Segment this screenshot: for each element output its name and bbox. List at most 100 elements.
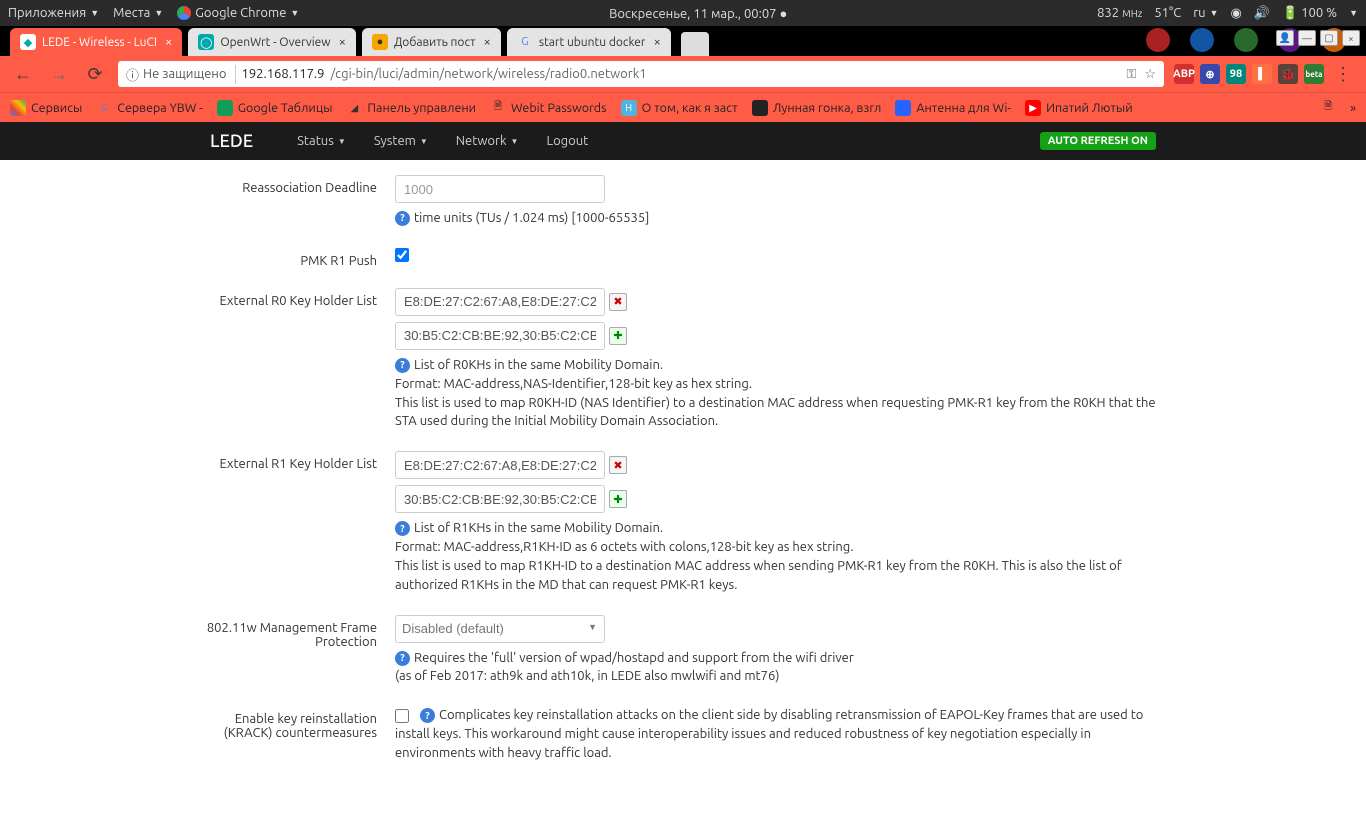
file-icon: 🗎 (490, 100, 506, 116)
google-icon: G (96, 100, 112, 116)
file-icon: 🗎 (1320, 100, 1336, 116)
chrome-icon (177, 6, 191, 20)
tab-title: start ubuntu docker (539, 36, 646, 49)
caret-down-icon: ▼ (511, 137, 519, 146)
bookmark-item[interactable]: GСервера YBW - (96, 100, 202, 116)
security-indicator[interactable]: ⓘ Не защищено (126, 65, 236, 84)
browser-tab-active[interactable]: ◆ LEDE - Wireless - LuCI × (10, 28, 182, 56)
input-r0-1[interactable] (395, 288, 605, 316)
label-krack: Enable key reinstallation (KRACK) counte… (205, 706, 395, 763)
label-r1: External R1 Key Holder List (205, 451, 395, 594)
caret-down-icon: ▼ (90, 8, 99, 18)
gnome-apps-menu[interactable]: Приложения ▼ (8, 6, 99, 20)
window-maximize-icon[interactable]: ▢ (1320, 30, 1338, 46)
browser-tab[interactable]: G start ubuntu docker × (507, 28, 671, 56)
volume-icon[interactable]: 🔊 (1254, 6, 1270, 21)
panel-icon: ◢ (346, 100, 362, 116)
url-host: 192.168.117.9 (242, 67, 325, 81)
ext-icon[interactable]: beta (1304, 64, 1324, 84)
favicon-icon: ● (372, 34, 388, 50)
add-button[interactable]: ✚ (609, 490, 627, 508)
window-minimize-icon[interactable]: — (1298, 30, 1316, 46)
nav-logout[interactable]: Logout (532, 134, 602, 148)
openwrt-favicon-icon: ◯ (198, 34, 214, 50)
chrome-profile-icon[interactable]: 👤 (1276, 30, 1294, 46)
gnome-system-menu[interactable]: ▼ (1349, 8, 1358, 18)
label-r0: External R0 Key Holder List (205, 288, 395, 431)
page-content: Reassociation Deadline ?time units (TUs … (0, 160, 1366, 823)
bookmark-item[interactable]: Лунная гонка, взгл (752, 100, 882, 116)
input-r1-1[interactable] (395, 451, 605, 479)
gnome-lang-menu[interactable]: ru ▼ (1193, 6, 1218, 20)
tab-close-icon[interactable]: × (653, 35, 660, 49)
nav-network[interactable]: Network ▼ (442, 134, 533, 148)
chrome-bookmarks-bar: Сервисы GСервера YBW - Google Таблицы ◢П… (0, 92, 1366, 122)
tab-close-icon[interactable]: × (484, 35, 491, 49)
tab-title: Добавить пост (394, 36, 476, 49)
key-icon[interactable]: ⚿ (1126, 67, 1136, 82)
row-pmk-r1-push: PMK R1 Push (205, 248, 1161, 268)
auto-refresh-badge[interactable]: AUTO REFRESH ON (1040, 132, 1156, 150)
gnome-temp: 51°C (1154, 6, 1181, 20)
battery-icon[interactable]: 🔋 100 % (1282, 6, 1337, 21)
hint-reassoc: ?time units (TUs / 1.024 ms) [1000-65535… (395, 209, 1161, 228)
tab-close-icon[interactable]: × (165, 35, 172, 49)
nav-forward-button[interactable]: → (46, 61, 72, 87)
browser-tab[interactable]: ● Добавить пост × (362, 28, 501, 56)
nav-reload-button[interactable]: ⟳ (82, 61, 108, 87)
ext-icon[interactable]: 98 (1226, 64, 1246, 84)
info-icon: ? (395, 211, 410, 226)
url-input[interactable]: ⓘ Не защищено 192.168.117.9/cgi-bin/luci… (118, 61, 1164, 87)
gnome-places-menu[interactable]: Места ▼ (113, 6, 163, 20)
new-tab-button[interactable] (681, 32, 709, 56)
input-r1-2[interactable] (395, 485, 605, 513)
window-close-icon[interactable]: × (1342, 30, 1360, 46)
delete-button[interactable]: ✖ (609, 456, 627, 474)
checkbox-krack[interactable] (395, 709, 409, 723)
gnome-datetime: Воскресенье, 11 мар., 00:07 ● (609, 6, 787, 21)
hint-r0: ?List of R0KHs in the same Mobility Doma… (395, 356, 1161, 431)
bookmark-item[interactable]: ◢Панель управлени (346, 100, 476, 116)
tab-title: LEDE - Wireless - LuCI (42, 36, 157, 49)
nav-system[interactable]: System ▼ (360, 134, 442, 148)
select-mfp[interactable]: Disabled (default) (395, 615, 605, 643)
sheets-icon (217, 100, 233, 116)
bookmark-item[interactable]: 🗎 (1320, 100, 1336, 116)
input-reassoc[interactable] (395, 175, 605, 203)
add-button[interactable]: ✚ (609, 327, 627, 345)
apps-icon (10, 100, 26, 116)
label-reassoc: Reassociation Deadline (205, 175, 395, 228)
lede-brand[interactable]: LEDE (210, 131, 253, 151)
ext-icon[interactable]: 🐞 (1278, 64, 1298, 84)
ext-adblock-icon[interactable]: ABP (1174, 64, 1194, 84)
bookmark-item[interactable]: ▶Ипатий Лютый (1025, 100, 1133, 116)
moon-icon (752, 100, 768, 116)
star-icon[interactable]: ☆ (1144, 67, 1156, 82)
bookmark-item[interactable]: Google Таблицы (217, 100, 333, 116)
ext-icon[interactable]: ⊕ (1200, 64, 1220, 84)
tab-close-icon[interactable]: × (339, 35, 346, 49)
wifi-icon[interactable]: ◉ (1230, 6, 1241, 21)
bookmarks-overflow-icon[interactable]: » (1350, 101, 1356, 115)
browser-tab[interactable]: ◯ OpenWrt - Overview × (188, 28, 356, 56)
label-pmk: PMK R1 Push (205, 248, 395, 268)
bookmark-item[interactable]: HО том, как я заст (621, 100, 738, 116)
input-r0-2[interactable] (395, 322, 605, 350)
gnome-chrome-menu[interactable]: Google Chrome ▼ (177, 6, 299, 20)
caret-down-icon: ▼ (420, 137, 428, 146)
checkbox-pmk-r1-push[interactable] (395, 248, 409, 262)
info-icon: ⓘ (126, 65, 139, 84)
label-mfp: 802.11w Management Frame Protection (205, 615, 395, 687)
url-path: /cgi-bin/luci/admin/network/wireless/rad… (330, 67, 646, 81)
bookmark-apps[interactable]: Сервисы (10, 100, 82, 116)
hint-r1: ?List of R1KHs in the same Mobility Doma… (395, 519, 1161, 594)
bookmark-item[interactable]: Антенна для Wi- (895, 100, 1011, 116)
row-krack: Enable key reinstallation (KRACK) counte… (205, 706, 1161, 763)
chrome-menu-icon[interactable]: ⋮ (1330, 61, 1356, 87)
nav-back-button[interactable]: ← (10, 61, 36, 87)
delete-button[interactable]: ✖ (609, 293, 627, 311)
bookmark-item[interactable]: 🗎Webit Passwords (490, 100, 607, 116)
tab-title: OpenWrt - Overview (220, 36, 330, 49)
nav-status[interactable]: Status ▼ (283, 134, 360, 148)
ext-icon[interactable]: ▌ (1252, 64, 1272, 84)
